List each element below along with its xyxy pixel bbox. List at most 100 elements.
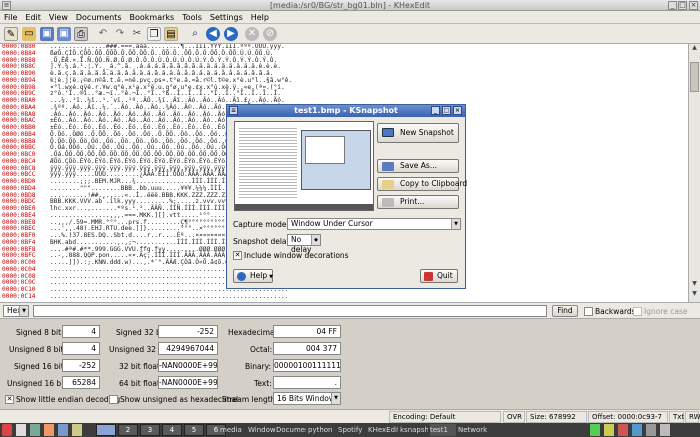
- desktop-pager-4[interactable]: 4: [162, 424, 182, 436]
- terminal-icon[interactable]: [30, 424, 40, 436]
- ignore-case-checkbox[interactable]: [633, 307, 642, 316]
- hex-label: Hexadecimal:: [228, 328, 280, 337]
- unsigned16-field[interactable]: 65284: [62, 376, 100, 389]
- menu-tools[interactable]: Tools: [178, 11, 206, 24]
- ksnapshot-dialog: ≡ test1.bmp - KSnapshot _ □ × New Snapsh…: [226, 104, 467, 289]
- task-window[interactable]: Window: [248, 424, 276, 436]
- desktop-pager-2[interactable]: 2: [118, 424, 138, 436]
- cut-icon[interactable]: ✂: [130, 27, 144, 41]
- hex-field[interactable]: 04 FF: [273, 325, 341, 338]
- unsigned8-field[interactable]: 4: [62, 342, 100, 355]
- binary-field[interactable]: 0000010011111111: [273, 359, 341, 372]
- dialog-minimize-icon[interactable]: _: [431, 106, 440, 115]
- dialog-maximize-icon[interactable]: □: [442, 106, 451, 115]
- save-as-icon[interactable]: ▣: [57, 27, 71, 41]
- vertical-scrollbar[interactable]: ▲ ▼ ▼: [688, 44, 700, 302]
- scroll-down-icon[interactable]: ▼: [690, 280, 699, 290]
- signed16-field[interactable]: -252: [62, 359, 100, 372]
- scroll-thumb[interactable]: [690, 62, 699, 92]
- task-test1[interactable]: test1: [430, 424, 456, 436]
- tray-network-icon[interactable]: [590, 424, 600, 436]
- task-ksnapshot[interactable]: ksnapshot: [400, 424, 428, 436]
- tray-update-icon[interactable]: [660, 424, 670, 436]
- menu-settings[interactable]: Settings: [206, 11, 247, 24]
- task-khexedit[interactable]: KHexEdit: [368, 424, 398, 436]
- desktop-pager-3[interactable]: 3: [140, 424, 160, 436]
- redo-icon[interactable]: ↷: [113, 27, 127, 41]
- save-as-label: Save As...: [400, 161, 437, 170]
- minimize-icon[interactable]: _: [668, 1, 677, 10]
- signed32-field[interactable]: -252: [158, 325, 218, 338]
- open-icon[interactable]: ▭: [22, 27, 36, 41]
- include-decorations-checkbox[interactable]: ✕: [233, 251, 242, 260]
- float32-label: 32 bit float:: [119, 362, 163, 371]
- save-icon[interactable]: ▣: [40, 27, 54, 41]
- capture-mode-label: Capture mode:: [233, 220, 290, 229]
- kmenu-icon[interactable]: [2, 424, 12, 436]
- files-icon[interactable]: [72, 424, 82, 436]
- float32-field[interactable]: -NAN0000E+9998: [158, 359, 218, 372]
- stop-icon[interactable]: ✕: [245, 27, 259, 41]
- tray-clock-icon[interactable]: [646, 424, 656, 436]
- menu-bookmarks[interactable]: Bookmarks: [126, 11, 179, 24]
- menu-help[interactable]: Help: [247, 11, 273, 24]
- window-menu-icon[interactable]: ≡: [2, 1, 11, 10]
- menu-edit[interactable]: Edit: [21, 11, 45, 24]
- print-button[interactable]: Print...: [377, 195, 459, 209]
- dialog-close-icon[interactable]: ×: [453, 106, 462, 115]
- find-button[interactable]: Find: [552, 305, 578, 317]
- task-spotify[interactable]: Spotify: [338, 424, 366, 436]
- signed8-field[interactable]: 4: [62, 325, 100, 338]
- new-snapshot-button[interactable]: New Snapshot: [377, 123, 459, 143]
- octal-field[interactable]: 004 377: [273, 342, 341, 355]
- text-field[interactable]: .: [273, 376, 341, 389]
- search-bar: Hex ▼ Find Backwards Ignore case: [0, 302, 700, 319]
- quit-button[interactable]: Quit: [420, 269, 458, 283]
- tray-battery-icon[interactable]: [618, 424, 628, 436]
- snapshot-delay-spinbox[interactable]: No delay ◆: [287, 234, 321, 254]
- backwards-checkbox[interactable]: [584, 307, 593, 316]
- scroll-up-icon[interactable]: ▲: [690, 44, 699, 54]
- ksnapshot-titlebar[interactable]: ≡ test1.bmp - KSnapshot _ □ ×: [227, 105, 465, 117]
- stream-length-select[interactable]: 16 Bits Window ▼: [273, 392, 341, 405]
- scroll-down-icon[interactable]: ▼: [690, 290, 699, 300]
- ascii-row[interactable]: ........................................…: [50, 293, 292, 301]
- close-doc-icon[interactable]: ⊘: [263, 27, 277, 41]
- maximize-icon[interactable]: □: [678, 1, 687, 10]
- float64-field[interactable]: -NAN0000E+9998: [158, 376, 218, 389]
- save-as-button[interactable]: Save As...: [377, 159, 459, 173]
- dialog-menu-icon[interactable]: ≡: [229, 106, 238, 115]
- undo-icon[interactable]: ↶: [96, 27, 110, 41]
- desktop-pager-5[interactable]: 5: [184, 424, 204, 436]
- konqueror-icon[interactable]: [44, 424, 54, 436]
- copy-icon[interactable]: ❐: [147, 27, 161, 41]
- tray-volume-icon[interactable]: [604, 424, 614, 436]
- desktop-icon[interactable]: [16, 424, 26, 436]
- task-network[interactable]: Network: [458, 424, 488, 436]
- search-input[interactable]: [33, 305, 547, 317]
- new-icon[interactable]: ✎: [4, 27, 18, 41]
- menu-documents[interactable]: Documents: [72, 11, 126, 24]
- little-endian-checkbox[interactable]: ✕: [5, 395, 14, 404]
- task-python[interactable]: python: [308, 424, 336, 436]
- back-icon[interactable]: ◀: [206, 27, 220, 41]
- snapshot-preview[interactable]: [234, 121, 374, 211]
- unsigned-hex-checkbox[interactable]: [109, 395, 118, 404]
- menu-file[interactable]: File: [0, 11, 21, 24]
- search-mode-select[interactable]: Hex ▼: [3, 305, 29, 317]
- task-documents[interactable]: Documents: [276, 424, 306, 436]
- close-window-icon[interactable]: ×: [689, 1, 698, 10]
- forward-icon[interactable]: ▶: [224, 27, 238, 41]
- menu-view[interactable]: View: [45, 11, 72, 24]
- help-button[interactable]: Help ▼: [233, 269, 273, 283]
- tray-clipboard-icon[interactable]: [632, 424, 642, 436]
- print-icon[interactable]: ⎙: [74, 27, 88, 41]
- desktop-pager-1[interactable]: [96, 424, 116, 436]
- browser-icon[interactable]: [58, 424, 68, 436]
- find-icon[interactable]: ⌕: [188, 27, 202, 41]
- capture-mode-select[interactable]: Window Under Cursor ▼: [287, 218, 461, 230]
- paste-icon[interactable]: ▤: [164, 27, 178, 41]
- task-media[interactable]: media: [220, 424, 246, 436]
- copy-clipboard-button[interactable]: Copy to Clipboard: [377, 177, 467, 191]
- unsigned32-field[interactable]: 4294967044: [158, 342, 218, 355]
